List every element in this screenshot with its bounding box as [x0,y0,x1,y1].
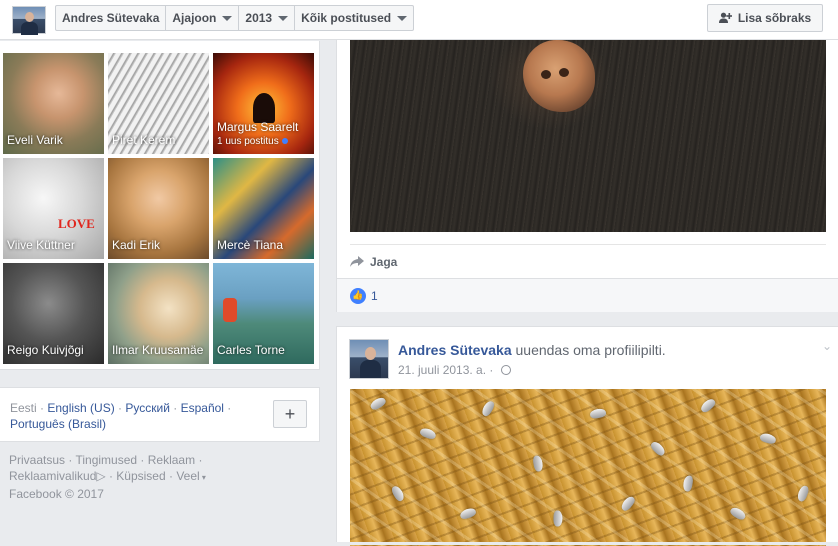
timeline-post: Jaga 👍 1 [336,40,838,312]
post-date[interactable]: 21. juuli 2013. a. [398,363,486,377]
profile-name-selector[interactable]: Andres Sütevaka [56,6,167,30]
friend-name: Carles Torne [217,343,285,357]
caret-down-icon [222,15,233,21]
friend-tile-eveli-varik[interactable]: Eveli Varik [3,53,104,154]
caret-down-icon [278,15,289,21]
plus-icon: + [284,404,296,424]
profile-avatar-thumbnail[interactable] [12,6,46,35]
love-text: LOVE [58,216,95,231]
language-link-spanish[interactable]: Español [181,401,224,415]
like-count: 1 [371,288,378,303]
post-photo-painting[interactable] [350,40,826,232]
timeline-post-profile-update: Andres Sütevaka uuendas oma profiilipilt… [336,326,838,546]
friend-tile-viive-kuttner[interactable]: LOVE Viive Küttner [3,158,104,259]
friend-name: Kadi Erik [112,238,161,252]
add-friend-icon [718,12,732,23]
friend-name: Mercè Tiana [217,238,284,252]
friend-name: Eveli Varik [7,133,63,147]
friend-name: Piret Kerem [112,133,176,147]
author-avatar[interactable] [349,339,389,379]
footer-link-terms[interactable]: Tingimused [75,453,137,467]
post-filter-selector[interactable]: Kõik postitused [295,6,413,30]
more-languages-button[interactable]: + [273,400,307,428]
language-link-portuguese[interactable]: Português (Brasil) [10,417,106,431]
footer-links: Privaatsus · Tingimused · Reklaam · Rekl… [9,453,206,501]
share-label: Jaga [370,254,398,269]
post-filter-label: Kõik postitused [301,11,392,25]
timeline-selector[interactable]: Ajajoon [166,6,240,30]
post-photo-bullets[interactable] [350,389,826,546]
footer-link-cookies[interactable]: Küpsised [116,469,165,483]
timeline-navigator: Andres Sütevaka Ajajoon 2013 Kõik postit… [55,5,415,31]
current-language: Eesti [10,401,37,415]
friends-grid: Eveli Varik Piret Kerem Margus Saarelt 1… [0,41,320,370]
footer-link-more[interactable]: Veel [176,469,199,483]
year-label: 2013 [245,11,273,25]
footer-link-advertising[interactable]: Reklaam [148,453,195,467]
share-arrow-icon [350,255,364,267]
friend-tile-piret-kerem[interactable]: Piret Kerem [108,53,209,154]
language-selector-card: Eesti · English (US) · Русский · Español… [0,387,320,442]
language-link-russian[interactable]: Русский [125,401,170,415]
friend-name: Ilmar Kruusamäe [112,343,204,357]
share-button[interactable]: Jaga [350,244,826,278]
friend-name: Reigo Kuivjõgi [7,343,84,357]
reactions-summary[interactable]: 👍 1 [337,278,838,312]
friend-name: Viive Küttner [7,238,75,252]
globe-icon[interactable] [500,365,511,375]
add-friend-label: Lisa sõbraks [737,11,812,25]
post-options-chevron-icon[interactable]: ⌄ [822,339,832,353]
post-timestamp: 21. juuli 2013. a. · [398,363,511,377]
new-post-count: 1 uus postitus [217,136,279,147]
language-link-english[interactable]: English (US) [47,401,114,415]
copyright: Facebook © 2017 [9,487,104,501]
ad-choices-icon: ▷ [96,469,106,483]
footer-link-ad-choices[interactable]: Reklaamivalikud [9,469,96,483]
post-author-link[interactable]: Andres Sütevaka [398,342,512,358]
new-post-dot-icon [281,138,288,144]
friend-tile-carles-torne[interactable]: Carles Torne [213,263,314,364]
more-caret-icon: ▾ [199,473,206,482]
friend-tile-merce-tiana[interactable]: Mercè Tiana [213,158,314,259]
caret-down-icon [397,15,408,21]
timeline-header-bar: Andres Sütevaka Ajajoon 2013 Kõik postit… [0,0,838,40]
skull-figure [523,40,595,112]
friend-tile-kadi-erik[interactable]: Kadi Erik [108,158,209,259]
friend-tile-reigo-kuivjogi[interactable]: Reigo Kuivjõgi [3,263,104,364]
thumbs-up-icon: 👍 [350,287,366,304]
post-header: Andres Sütevaka uuendas oma profiilipilt… [398,342,666,358]
friend-tile-margus-saarelt[interactable]: Margus Saarelt 1 uus postitus [213,53,314,154]
timeline-label: Ajajoon [172,11,217,25]
footer-link-privacy[interactable]: Privaatsus [9,453,65,467]
add-friend-button[interactable]: Lisa sõbraks [707,4,823,32]
friend-tile-ilmar-kruusamae[interactable]: Ilmar Kruusamäe [108,263,209,364]
profile-name: Andres Sütevaka [62,11,160,25]
friend-name: Margus Saarelt [217,120,299,134]
year-selector[interactable]: 2013 [239,6,296,30]
post-action-text: uuendas oma profiilipilti. [515,342,666,358]
column-gutter [321,40,336,545]
